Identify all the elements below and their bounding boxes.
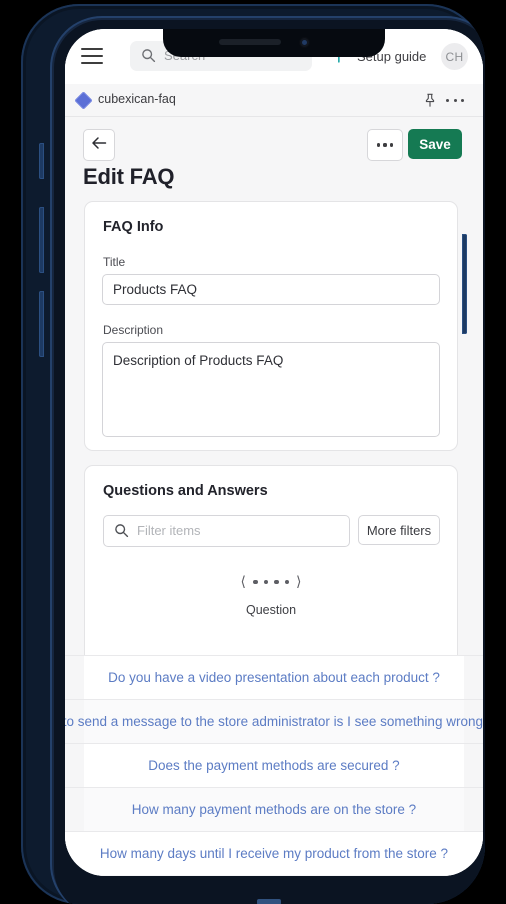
phone-frame: Search Setup guide CH xyxy=(21,4,485,904)
row-gutter-right xyxy=(464,744,483,787)
page-title: Edit FAQ xyxy=(83,164,175,189)
table-row[interactable]: Does the payment methods are secured ? xyxy=(65,743,483,787)
description-input[interactable] xyxy=(102,342,440,437)
faq-info-card: FAQ Info Title Description xyxy=(84,201,458,451)
question-link[interactable]: How many payment methods are on the stor… xyxy=(132,802,416,817)
avatar[interactable]: CH xyxy=(441,43,468,70)
more-filters-button[interactable]: More filters xyxy=(358,515,440,545)
table-column-header-question: Question xyxy=(245,603,297,617)
chevron-left-icon[interactable]: ⟨ xyxy=(241,575,246,589)
chevron-right-icon[interactable]: ⟩ xyxy=(296,575,301,589)
arrow-left-icon xyxy=(91,136,107,155)
hamburger-menu-icon[interactable] xyxy=(81,47,103,65)
search-icon xyxy=(114,523,129,538)
row-gutter-left xyxy=(65,788,84,831)
avatar-initials: CH xyxy=(445,49,464,64)
question-link[interactable]: How many days until I receive my product… xyxy=(100,846,448,861)
phone-volume-up-button[interactable] xyxy=(39,207,44,273)
table-row[interactable]: How many payment methods are on the stor… xyxy=(65,787,483,831)
row-gutter-right xyxy=(464,788,483,831)
camera-lens xyxy=(302,40,307,45)
phone-notch xyxy=(163,29,385,57)
question-link[interactable]: Does the payment methods are secured ? xyxy=(148,758,399,773)
pager-dots xyxy=(253,579,289,585)
question-link[interactable]: The best way to send a message to the st… xyxy=(65,714,483,729)
save-button[interactable]: Save xyxy=(408,129,462,159)
phone-power-button[interactable] xyxy=(462,234,467,334)
breadcrumb: cubexican-faq xyxy=(65,84,483,117)
save-button-label: Save xyxy=(419,136,451,152)
front-camera-icon xyxy=(299,37,310,48)
app-viewport: Search Setup guide CH xyxy=(65,29,483,876)
page-more-actions-button[interactable] xyxy=(367,129,403,161)
phone-volume-down-button[interactable] xyxy=(39,291,44,357)
table-row[interactable]: The best way to send a message to the st… xyxy=(65,699,483,743)
phone-mute-switch[interactable] xyxy=(39,143,44,179)
questions-and-answers-card: Questions and Answers Filter items More … xyxy=(84,465,458,656)
row-gutter-left xyxy=(65,744,84,787)
diamond-icon xyxy=(74,91,93,110)
page-header: Save Edit FAQ xyxy=(65,117,483,201)
pager-dot[interactable] xyxy=(263,579,268,585)
pager-dot[interactable] xyxy=(253,579,258,585)
table-carousel-pager: ⟨ ⟩ xyxy=(85,571,457,593)
description-field-label: Description xyxy=(103,323,164,337)
filter-items-input[interactable]: Filter items xyxy=(103,515,350,547)
table-row[interactable]: How many days until I receive my product… xyxy=(65,831,483,875)
phone-screen: Search Setup guide CH xyxy=(65,29,483,876)
qa-card-title: Questions and Answers xyxy=(103,483,268,499)
back-button[interactable] xyxy=(83,129,115,161)
table-row[interactable]: Do you have a video presentation about e… xyxy=(65,655,483,699)
row-gutter-right xyxy=(464,656,483,699)
title-input[interactable] xyxy=(102,274,440,305)
earpiece-speaker xyxy=(219,39,281,45)
faq-info-card-title: FAQ Info xyxy=(103,219,164,235)
title-field-label: Title xyxy=(103,255,126,269)
question-link[interactable]: Do you have a video presentation about e… xyxy=(108,670,440,685)
breadcrumb-label[interactable]: cubexican-faq xyxy=(98,92,176,106)
filter-items-placeholder: Filter items xyxy=(137,523,201,538)
pager-dot[interactable] xyxy=(274,579,279,585)
row-gutter-left xyxy=(65,656,84,699)
pager-dot[interactable] xyxy=(284,579,289,585)
questions-table[interactable]: Do you have a video presentation about e… xyxy=(65,655,483,876)
breadcrumb-more-icon[interactable] xyxy=(446,93,464,108)
search-icon xyxy=(141,48,156,63)
more-filters-label: More filters xyxy=(366,522,432,538)
